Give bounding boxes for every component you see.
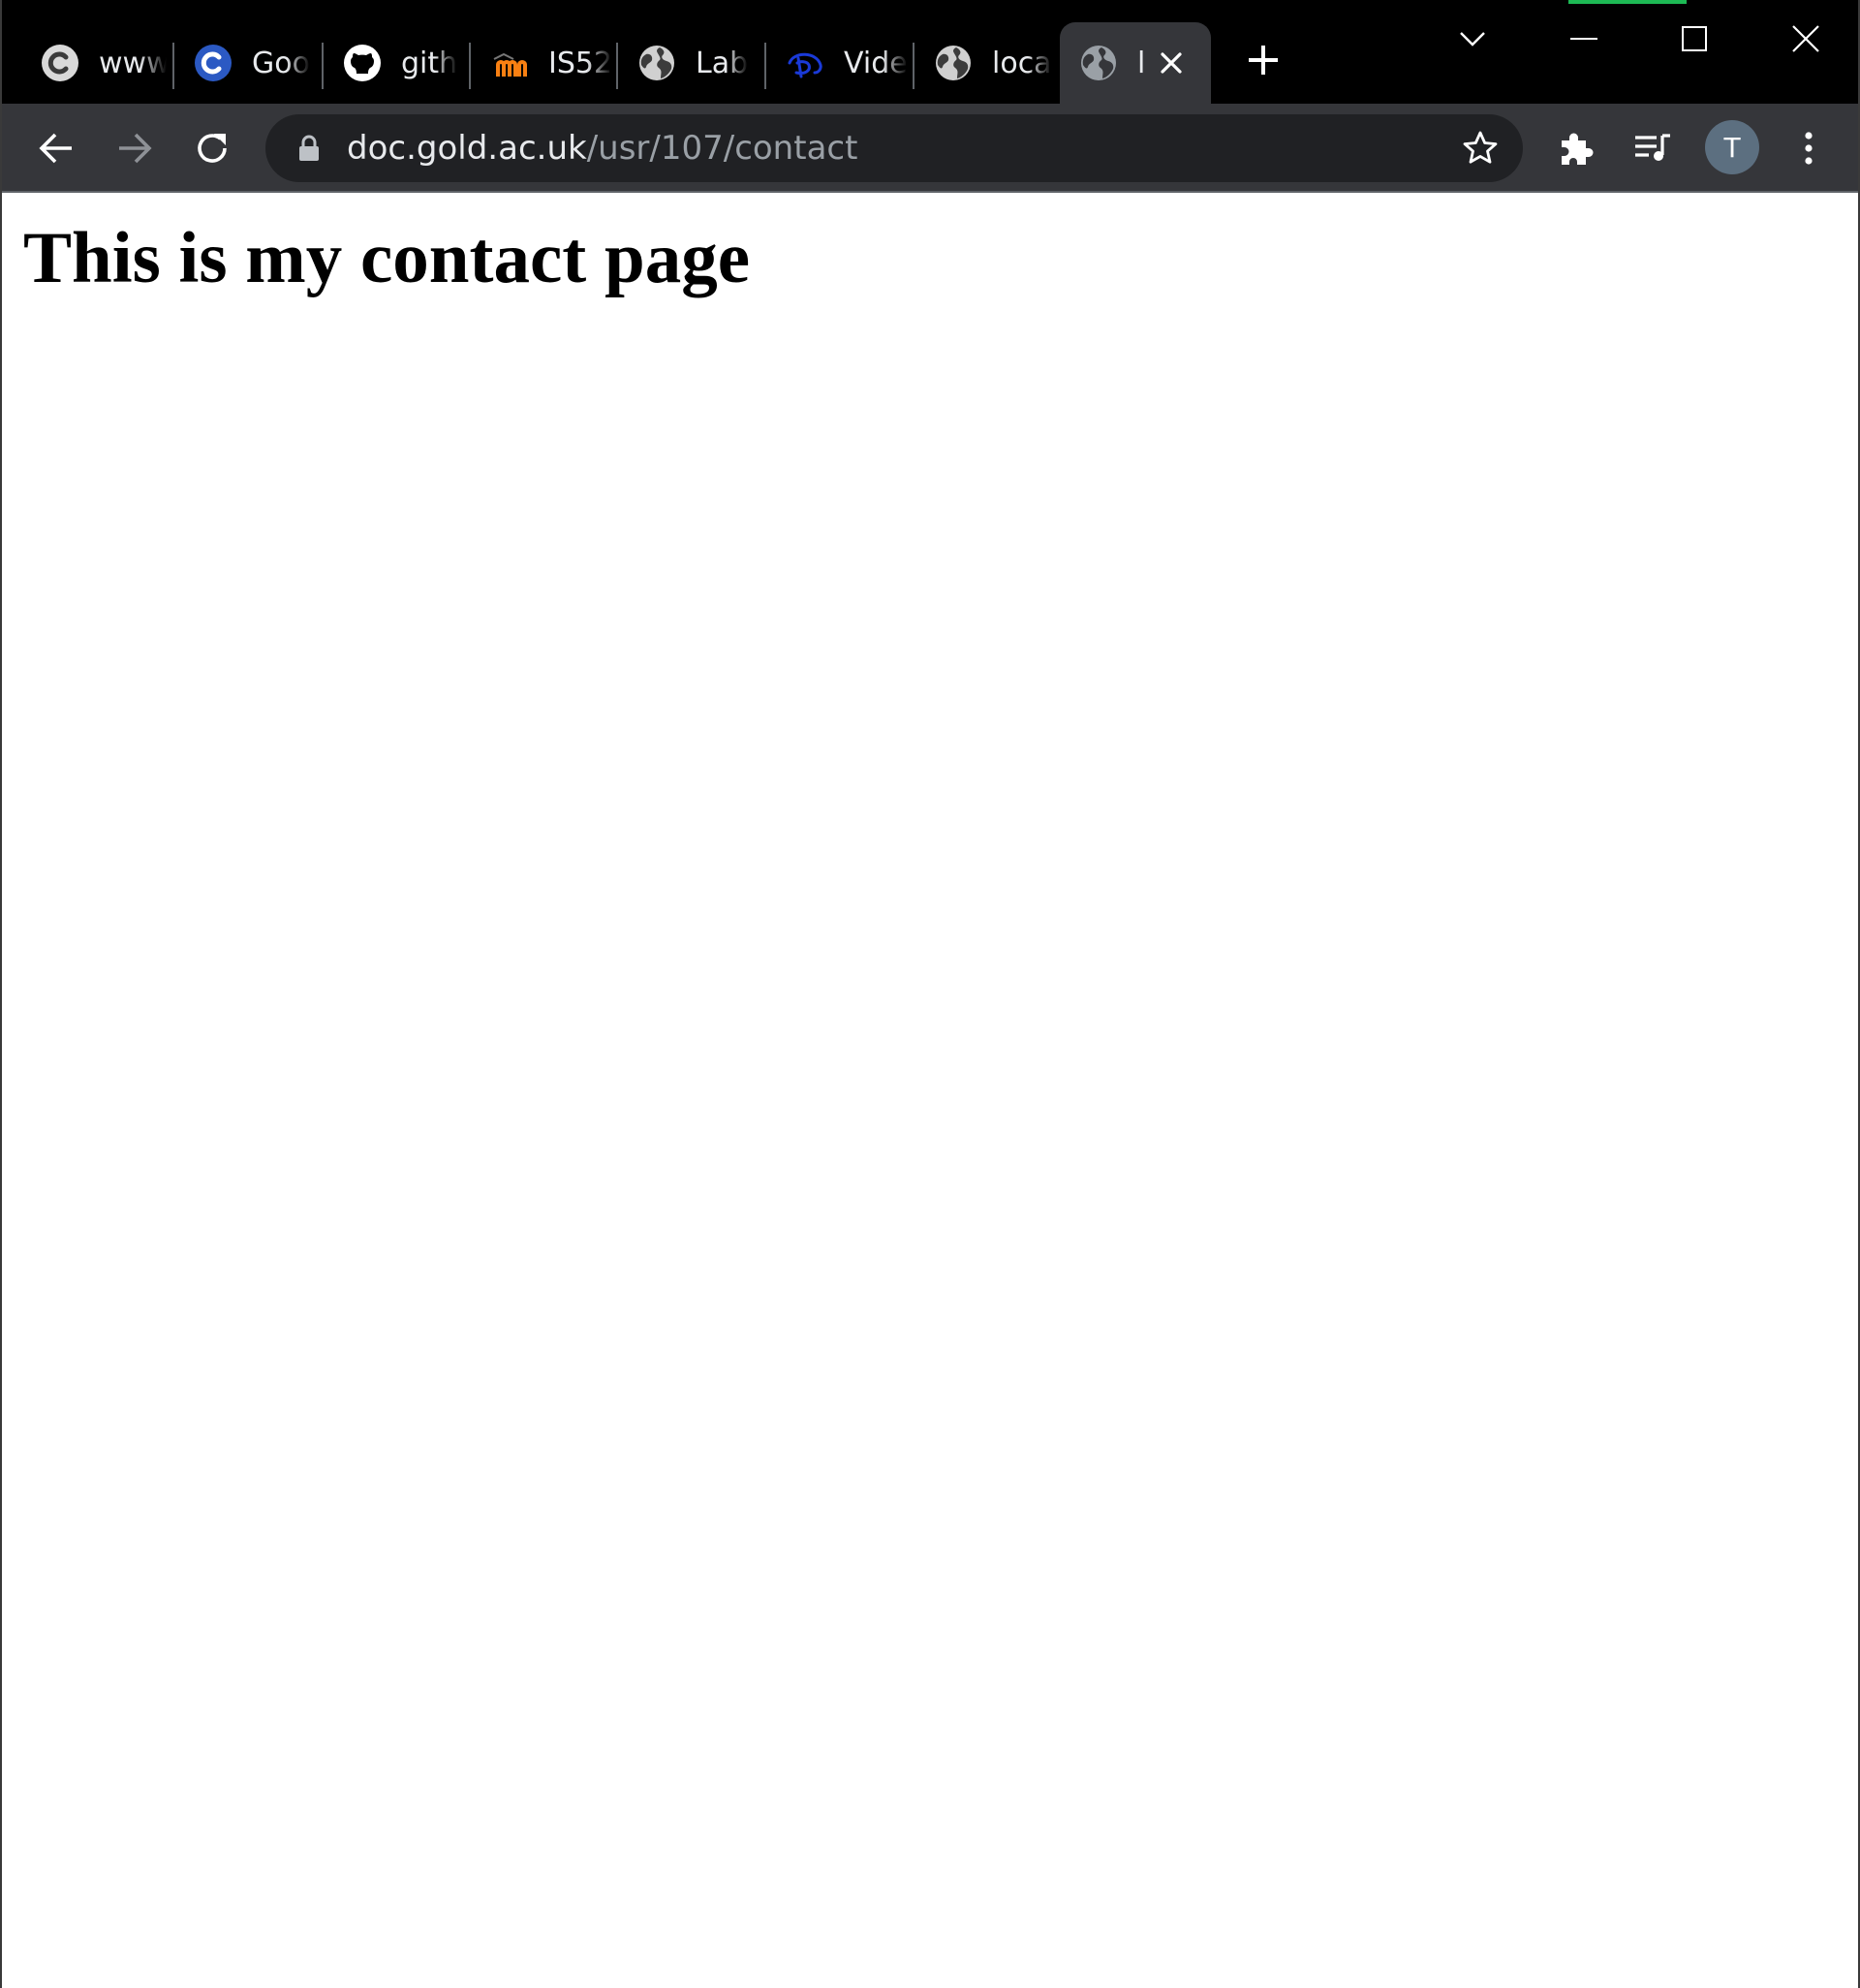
lock-icon[interactable] xyxy=(294,134,324,163)
tab-goo[interactable]: Goo xyxy=(174,22,320,104)
profile-avatar[interactable]: T xyxy=(1705,120,1759,174)
globe-icon xyxy=(637,44,676,82)
tab-www[interactable]: www xyxy=(21,22,167,104)
tab-search-chevron-down-icon[interactable] xyxy=(1443,10,1502,68)
tab-is52[interactable]: IS52 xyxy=(471,22,616,104)
moodle-icon xyxy=(490,44,529,82)
tab-label: loca xyxy=(992,46,1052,80)
tab-label: Vide xyxy=(844,46,908,80)
page-content: This is my contact page xyxy=(2,194,1858,1988)
tab-lab[interactable]: Lab xyxy=(618,22,763,104)
url-path: /usr/107/contact xyxy=(586,129,858,168)
close-tab-icon[interactable] xyxy=(1151,43,1192,83)
address-bar[interactable]: doc.gold.ac.uk/usr/107/contact xyxy=(265,114,1523,182)
globe-icon xyxy=(934,44,973,82)
url-host: doc.gold.ac.uk xyxy=(347,129,587,168)
browser-window: www Goo gith IS52 Lab Vide loca l doc.go… xyxy=(0,0,1860,1988)
minimize-button[interactable] xyxy=(1555,10,1613,68)
forward-button[interactable] xyxy=(110,124,159,172)
globe-icon xyxy=(1079,44,1118,82)
tab-label: Goo xyxy=(252,46,310,80)
github-icon xyxy=(343,44,382,82)
page-heading: This is my contact page xyxy=(23,218,750,298)
media-queue-icon[interactable] xyxy=(1629,124,1678,172)
reload-button[interactable] xyxy=(188,124,236,172)
browser-toolbar: doc.gold.ac.uk/usr/107/contact T xyxy=(2,104,1858,193)
back-button[interactable] xyxy=(32,124,80,172)
tab-strip: www Goo gith IS52 Lab Vide loca l xyxy=(2,0,1858,104)
maximize-button[interactable] xyxy=(1665,10,1723,68)
close-window-button[interactable] xyxy=(1777,10,1835,68)
extensions-puzzle-icon[interactable] xyxy=(1552,124,1600,172)
more-menu-icon[interactable] xyxy=(1784,124,1833,172)
url-text[interactable]: doc.gold.ac.uk/usr/107/contact xyxy=(347,114,857,182)
tab-github[interactable]: gith xyxy=(324,22,469,104)
new-tab-button[interactable] xyxy=(1242,39,1285,81)
tab-label: gith xyxy=(401,46,458,80)
tab-label: www xyxy=(99,46,167,80)
tab-active[interactable]: l xyxy=(1060,22,1211,104)
c-logo-gray-icon xyxy=(41,44,79,82)
disney-plus-icon xyxy=(786,44,824,82)
accent-indicator xyxy=(1568,0,1687,4)
tab-label: Lab xyxy=(696,46,749,80)
c-logo-blue-icon xyxy=(194,44,232,82)
tab-localhost[interactable]: loca xyxy=(914,22,1060,104)
tab-video[interactable]: Vide xyxy=(766,22,912,104)
bookmark-star-icon[interactable] xyxy=(1459,127,1502,170)
tab-label: IS52 xyxy=(548,46,613,80)
